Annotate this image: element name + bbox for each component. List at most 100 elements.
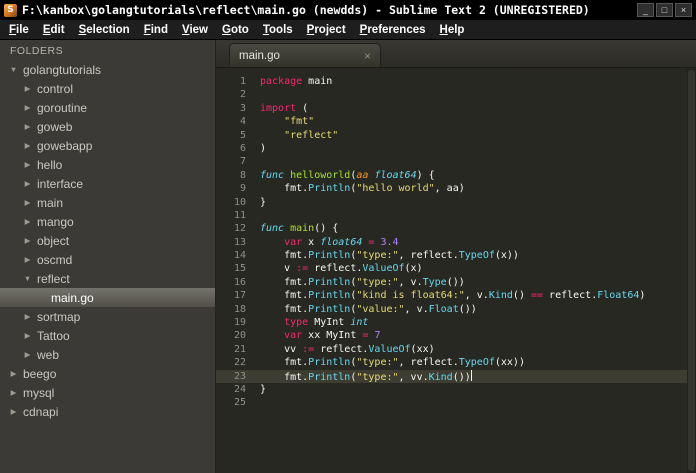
- code-text: fmt.Println("kind is float64:", v.Kind()…: [260, 290, 646, 302]
- menu-item-selection[interactable]: Selection: [72, 22, 137, 38]
- code-line-25[interactable]: 25: [216, 396, 696, 409]
- menu-item-file[interactable]: File: [2, 22, 36, 38]
- triangle-collapsed-icon[interactable]: ▶: [22, 179, 33, 188]
- code-line-17[interactable]: 17 fmt.Println("kind is float64:", v.Kin…: [216, 289, 696, 302]
- code-line-18[interactable]: 18 fmt.Println("value:", v.Float()): [216, 303, 696, 316]
- minimize-button[interactable]: _: [637, 3, 654, 17]
- code-line-4[interactable]: 4 "fmt": [216, 115, 696, 128]
- scrollbar-thumb[interactable]: [688, 70, 695, 471]
- triangle-collapsed-icon[interactable]: ▶: [8, 407, 19, 416]
- menu-item-view[interactable]: View: [175, 22, 215, 38]
- tab-main-go[interactable]: main.go ×: [229, 43, 381, 67]
- triangle-collapsed-icon[interactable]: ▶: [8, 388, 19, 397]
- sidebar-item-web[interactable]: ▶ web: [0, 345, 215, 364]
- menu-item-edit[interactable]: Edit: [36, 22, 72, 38]
- code-line-8[interactable]: 8 func helloworld(aa float64) {: [216, 169, 696, 182]
- code-line-5[interactable]: 5 "reflect": [216, 129, 696, 142]
- line-number: 3: [239, 102, 246, 114]
- triangle-collapsed-icon[interactable]: ▶: [22, 350, 33, 359]
- menu-item-goto[interactable]: Goto: [215, 22, 256, 38]
- sidebar-item-goweb[interactable]: ▶ goweb: [0, 117, 215, 136]
- maximize-icon: □: [661, 4, 668, 15]
- sidebar-item-control[interactable]: ▶ control: [0, 79, 215, 98]
- sidebar-item-mango[interactable]: ▶ mango: [0, 212, 215, 231]
- sidebar-item-golangtutorials[interactable]: ▼ golangtutorials: [0, 60, 215, 79]
- menu-item-project[interactable]: Project: [300, 22, 353, 38]
- triangle-collapsed-icon[interactable]: ▶: [22, 331, 33, 340]
- sidebar-item-gowebapp[interactable]: ▶ gowebapp: [0, 136, 215, 155]
- sidebar-item-mysql[interactable]: ▶ mysql: [0, 383, 215, 402]
- code-text: "fmt": [284, 116, 315, 128]
- triangle-expanded-icon[interactable]: ▼: [8, 65, 19, 74]
- sidebar-item-main-go[interactable]: main.go: [0, 288, 215, 307]
- line-number: 2: [239, 89, 246, 101]
- sidebar-item-label: gowebapp: [37, 138, 93, 153]
- code-line-16[interactable]: 16 fmt.Println("type:", v.Type()): [216, 276, 696, 289]
- line-number: 22: [233, 357, 246, 369]
- code-line-22[interactable]: 22 fmt.Println("type:", reflect.TypeOf(x…: [216, 356, 696, 369]
- code-line-21[interactable]: 21 vv := reflect.ValueOf(xx): [216, 343, 696, 356]
- line-number: 14: [233, 250, 246, 262]
- sidebar-item-tattoo[interactable]: ▶ Tattoo: [0, 326, 215, 345]
- code-line-14[interactable]: 14 fmt.Println("type:", reflect.TypeOf(x…: [216, 249, 696, 262]
- close-button[interactable]: ×: [675, 3, 692, 17]
- triangle-collapsed-icon[interactable]: ▶: [22, 122, 33, 131]
- code-line-10[interactable]: 10}: [216, 196, 696, 209]
- triangle-collapsed-icon[interactable]: ▶: [22, 84, 33, 93]
- sidebar-item-object[interactable]: ▶ object: [0, 231, 215, 250]
- triangle-collapsed-icon[interactable]: ▶: [22, 217, 33, 226]
- code-line-9[interactable]: 9 fmt.Println("hello world", aa): [216, 182, 696, 195]
- code-line-11[interactable]: 11: [216, 209, 696, 222]
- code-line-12[interactable]: 12 func main() {: [216, 222, 696, 235]
- code-line-19[interactable]: 19 type MyInt int: [216, 316, 696, 329]
- code-line-1[interactable]: 1 package main: [216, 75, 696, 88]
- code-line-3[interactable]: 3 import (: [216, 102, 696, 115]
- title-bar: S F:\kanbox\golangtutorials\reflect\main…: [0, 0, 696, 20]
- line-number: 4: [239, 116, 246, 128]
- line-number: 6: [239, 142, 246, 154]
- line-number: 13: [233, 236, 246, 248]
- code-line-20[interactable]: 20 var xx MyInt = 7: [216, 329, 696, 342]
- line-number: 5: [239, 129, 246, 141]
- sidebar-item-sortmap[interactable]: ▶ sortmap: [0, 307, 215, 326]
- triangle-collapsed-icon[interactable]: ▶: [22, 103, 33, 112]
- sidebar-item-label: sortmap: [37, 309, 81, 324]
- sidebar-item-cdnapi[interactable]: ▶ cdnapi: [0, 402, 215, 421]
- code-text: type MyInt int: [284, 317, 369, 329]
- triangle-collapsed-icon[interactable]: ▶: [22, 236, 33, 245]
- sidebar-item-reflect[interactable]: ▼ reflect: [0, 269, 215, 288]
- code-line-13[interactable]: 13 var x float64 = 3.4: [216, 236, 696, 249]
- sidebar-item-oscmd[interactable]: ▶ oscmd: [0, 250, 215, 269]
- triangle-collapsed-icon[interactable]: ▶: [22, 198, 33, 207]
- code-line-7[interactable]: 7: [216, 155, 696, 168]
- triangle-collapsed-icon[interactable]: ▶: [8, 369, 19, 378]
- line-number: 12: [233, 223, 246, 235]
- sidebar-item-hello[interactable]: ▶ hello: [0, 155, 215, 174]
- code-line-2[interactable]: 2: [216, 88, 696, 101]
- maximize-button[interactable]: □: [656, 3, 673, 17]
- code-area[interactable]: 1 package main 2 3 import (4 "fmt" 5 "reflect…: [216, 68, 696, 473]
- triangle-collapsed-icon[interactable]: ▶: [22, 141, 33, 150]
- window-controls: _ □ ×: [637, 3, 692, 17]
- triangle-expanded-icon[interactable]: ▼: [22, 274, 33, 283]
- vertical-scrollbar[interactable]: [687, 68, 696, 473]
- triangle-collapsed-icon[interactable]: ▶: [22, 255, 33, 264]
- code-line-6[interactable]: 6): [216, 142, 696, 155]
- triangle-collapsed-icon[interactable]: ▶: [22, 312, 33, 321]
- tab-close-icon[interactable]: ×: [364, 50, 371, 62]
- sidebar: FOLDERS ▼ golangtutorials ▶ control ▶ gorouti…: [0, 40, 215, 473]
- menu-item-preferences[interactable]: Preferences: [353, 22, 433, 38]
- sidebar-item-goroutine[interactable]: ▶ goroutine: [0, 98, 215, 117]
- menu-item-help[interactable]: Help: [433, 22, 472, 38]
- sidebar-item-beego[interactable]: ▶ beego: [0, 364, 215, 383]
- sidebar-item-interface[interactable]: ▶ interface: [0, 174, 215, 193]
- code-line-15[interactable]: 15 v := reflect.ValueOf(x): [216, 262, 696, 275]
- code-line-23[interactable]: 23 fmt.Println("type:", vv.Kind()): [216, 369, 696, 383]
- menu-item-find[interactable]: Find: [137, 22, 175, 38]
- triangle-collapsed-icon[interactable]: ▶: [22, 160, 33, 169]
- code-line-24[interactable]: 24}: [216, 383, 696, 396]
- sidebar-item-main[interactable]: ▶ main: [0, 193, 215, 212]
- menu-item-tools[interactable]: Tools: [256, 22, 300, 38]
- sidebar-item-label: hello: [37, 157, 63, 172]
